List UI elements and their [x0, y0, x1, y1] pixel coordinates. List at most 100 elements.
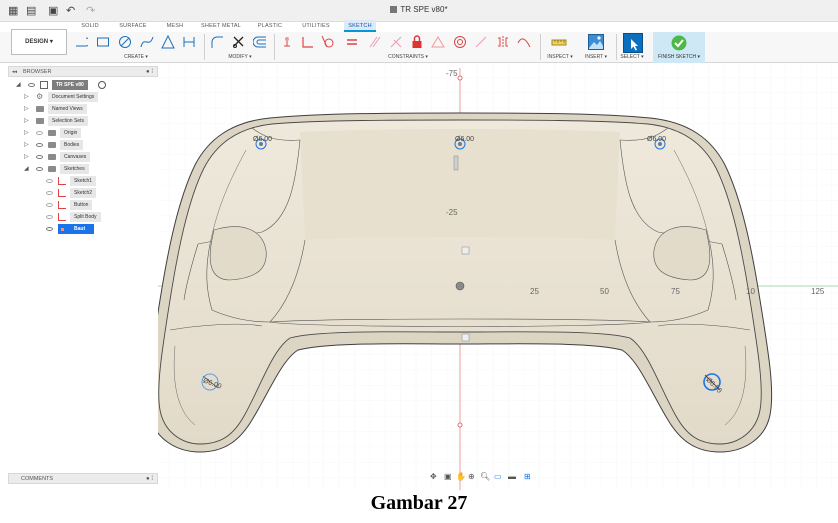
inspect-menu[interactable]: INSPECT ▾ — [544, 54, 576, 60]
visibility-eye-icon[interactable] — [46, 227, 53, 231]
dimension-center-top[interactable]: Ø6.00 — [455, 136, 474, 143]
axis-endpoint — [457, 75, 463, 81]
visibility-eye-icon[interactable] — [46, 191, 53, 195]
tab-plastic[interactable]: PLASTIC — [256, 20, 284, 32]
viewports-icon[interactable]: ⊞ — [524, 472, 531, 481]
design-label: DESIGN — [25, 39, 49, 45]
tree-root[interactable]: ◢ TR SPE v80 — [16, 80, 156, 90]
insert-image-icon[interactable] — [588, 34, 604, 50]
visibility-eye-icon[interactable] — [46, 179, 53, 183]
collapsed-triangle-icon: ▷ — [24, 130, 29, 136]
finish-sketch-label: FINISH SKETCH — [658, 54, 697, 60]
browser-header[interactable]: ◂◂ BROWSER ● ⁞ — [8, 66, 158, 77]
tree-item-baut[interactable]: Baut — [46, 224, 146, 234]
collinear-icon[interactable] — [389, 35, 403, 49]
display-settings-icon[interactable]: ▭ — [494, 472, 502, 481]
tree-item-bodies[interactable]: ▷ Bodies — [24, 140, 154, 150]
curvature-icon[interactable] — [517, 35, 531, 49]
comments-pin-icon[interactable]: ● ⁞ — [146, 474, 153, 484]
visibility-eye-icon[interactable] — [36, 155, 43, 159]
expanded-triangle-icon: ◢ — [24, 166, 29, 172]
tangent-icon[interactable] — [321, 35, 335, 49]
pan-hand-icon[interactable]: ✋ — [456, 472, 466, 481]
measure-icon[interactable] — [551, 35, 567, 49]
visibility-eye-icon[interactable] — [36, 167, 43, 171]
equal-icon[interactable] — [345, 35, 359, 49]
spline-tool-icon[interactable] — [140, 35, 154, 49]
collapsed-triangle-icon: ▷ — [24, 94, 29, 100]
constraints-menu[interactable]: CONSTRAINTS ▾ — [380, 54, 436, 60]
finish-sketch-button[interactable]: FINISH SKETCH ▾ — [653, 32, 705, 63]
tree-item-selection-sets[interactable]: ▷ Selection Sets — [24, 116, 154, 126]
fix-lock-icon[interactable] — [410, 35, 424, 49]
zoom-window-icon[interactable]: 🔍︎ — [480, 472, 490, 481]
trim-tool-icon[interactable] — [232, 35, 246, 49]
tree-item-origin[interactable]: ▷ Origin — [24, 128, 154, 138]
parallel-icon[interactable] — [367, 35, 381, 49]
grid-snaps-icon[interactable]: ▬ — [508, 472, 516, 481]
symmetry-icon[interactable] — [496, 35, 510, 49]
orbit-icon[interactable]: ✥ — [430, 472, 437, 481]
browser-pin-icon[interactable]: ● ⁞ — [146, 67, 153, 77]
collapse-icon[interactable]: ◂◂ — [12, 67, 17, 77]
select-icon[interactable] — [623, 33, 643, 53]
tab-sheet-metal[interactable]: SHEET METAL — [200, 20, 242, 32]
tree-item-label: Split Body — [70, 212, 101, 222]
dimension-left-top[interactable]: Ø6.00 — [253, 136, 272, 143]
coincident-icon[interactable] — [280, 35, 294, 49]
tree-item-sketch2[interactable]: Sketch2 — [46, 188, 146, 198]
slot-tool-icon[interactable] — [182, 35, 196, 49]
visibility-eye-icon[interactable] — [46, 215, 53, 219]
look-at-icon[interactable]: ▣ — [444, 472, 452, 481]
gear-icon: ⚙ — [36, 92, 44, 101]
horizontal-vertical-icon[interactable] — [474, 35, 488, 49]
tab-solid[interactable]: SOLID — [78, 20, 102, 32]
comments-panel[interactable]: COMMENTS ● ⁞ — [8, 473, 158, 484]
tree-item-label: Sketch1 — [70, 176, 97, 186]
tree-item-split-body[interactable]: Split Body — [46, 212, 146, 222]
insert-menu-label: INSERT — [584, 54, 604, 60]
design-workspace-button[interactable]: DESIGN ▾ — [11, 29, 67, 55]
visibility-eye-icon[interactable] — [36, 131, 43, 135]
midpoint-icon[interactable] — [431, 35, 445, 49]
visibility-eye-icon[interactable] — [36, 143, 43, 147]
select-menu[interactable]: SELECT ▾ — [617, 54, 647, 60]
modify-menu[interactable]: MODIFY ▾ — [222, 54, 258, 60]
tree-item-sketches[interactable]: ◢ Sketches — [24, 164, 154, 174]
cube-icon — [390, 6, 398, 13]
tree-item-sketch1[interactable]: Sketch1 — [46, 176, 146, 186]
tab-mesh[interactable]: MESH — [164, 20, 186, 32]
activate-radio-icon[interactable] — [98, 81, 106, 89]
tab-utilities[interactable]: UTILITIES — [300, 20, 332, 32]
sketch-canvas[interactable]: -75 -25 25 50 75 10 125 Ø6.00 Ø6.00 Ø6.0… — [158, 63, 838, 490]
concentric-icon[interactable] — [453, 35, 467, 49]
dimension-right-top[interactable]: Ø6.00 — [647, 136, 666, 143]
sketch-icon — [58, 213, 66, 221]
polygon-tool-icon[interactable] — [161, 35, 175, 49]
origin-point[interactable] — [455, 281, 465, 291]
zoom-icon[interactable]: ⊕ — [468, 472, 475, 481]
collapsed-triangle-icon: ▷ — [24, 154, 29, 160]
tree-item-named-views[interactable]: ▷ Named Views — [24, 104, 154, 114]
tree-item-canvases[interactable]: ▷ Canvases — [24, 152, 154, 162]
sketch-icon — [61, 228, 64, 231]
insert-menu[interactable]: INSERT ▾ — [581, 54, 611, 60]
visibility-eye-icon[interactable] — [28, 83, 35, 87]
perpendicular-icon[interactable] — [300, 35, 314, 49]
visibility-eye-icon[interactable] — [46, 203, 53, 207]
offset-tool-icon[interactable] — [253, 35, 267, 49]
line-tool-icon[interactable] — [74, 35, 88, 49]
sketch-viewport[interactable]: -75 -25 25 50 75 10 125 Ø6.00 Ø6.00 Ø6.0… — [158, 63, 838, 490]
tab-surface[interactable]: SURFACE — [116, 20, 150, 32]
tree-item-document-settings[interactable]: ▷ ⚙ Document Settings — [24, 92, 154, 102]
center-marker — [461, 246, 470, 255]
fillet-tool-icon[interactable] — [210, 35, 224, 49]
rectangle-tool-icon[interactable] — [96, 35, 110, 49]
component-icon — [40, 81, 48, 89]
tree-item-button[interactable]: Button — [46, 200, 146, 210]
ruler-label-y-top: -75 — [446, 69, 458, 78]
tree-item-label: Sketch2 — [70, 188, 97, 198]
circle-tool-icon[interactable] — [118, 35, 132, 49]
tab-sketch[interactable]: SKETCH — [344, 20, 376, 32]
create-menu[interactable]: CREATE ▾ — [116, 54, 156, 60]
